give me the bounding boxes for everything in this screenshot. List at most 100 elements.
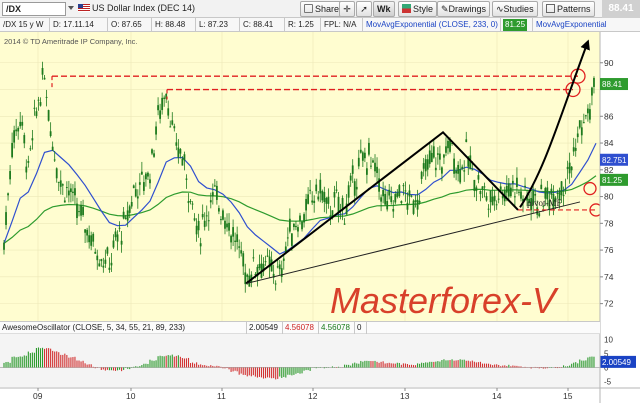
candle-body (475, 187, 478, 192)
crosshair-button[interactable]: ✛ (339, 1, 355, 17)
candle-body (392, 208, 395, 212)
studies-button[interactable]: ∿Studies (492, 1, 538, 17)
candle-body (177, 147, 180, 158)
candle-body (424, 159, 427, 172)
patterns-label: Patterns (557, 4, 591, 14)
candle-body (434, 167, 437, 171)
candle-body (321, 190, 324, 201)
candle-body (114, 231, 117, 238)
candle-body (380, 197, 382, 202)
candle-body (155, 126, 157, 135)
cursor-button[interactable]: ➚ (356, 1, 372, 17)
candle-body (120, 240, 123, 245)
price-tick-label: 84 (604, 138, 614, 148)
candle-body (276, 266, 279, 268)
candle-body (80, 204, 82, 216)
candle-body (106, 247, 109, 254)
candle-body (430, 152, 433, 163)
symbol-dropdown-chevron-icon[interactable] (68, 6, 74, 10)
ema-slow-label[interactable]: MovAvgExponential (CLOSE, 233, 0) (363, 18, 501, 32)
candle-body (582, 122, 585, 124)
drawings-label: Drawings (448, 4, 487, 14)
candle-body (72, 191, 74, 194)
candle-body (236, 234, 239, 243)
share-button[interactable]: Share (300, 1, 344, 17)
candle-body (9, 171, 11, 180)
candle-body (201, 214, 204, 218)
candle-body (307, 194, 310, 204)
candle-body (17, 127, 20, 132)
candle-body (465, 139, 468, 143)
timeframe-week-button[interactable]: Wk (373, 1, 395, 17)
bar-date: D: 17.11.14 (50, 18, 108, 32)
candle-body (461, 166, 464, 169)
candle-body (343, 223, 346, 225)
candle-body (400, 201, 403, 204)
price-tick-label: 72 (604, 299, 614, 309)
candle-body (305, 198, 307, 211)
candle-body (211, 192, 214, 197)
candle-body (534, 193, 537, 196)
candle-body (376, 166, 378, 173)
candle-body (13, 130, 16, 143)
candle-body (193, 218, 196, 221)
candle-body (145, 173, 147, 180)
candle-body (410, 195, 413, 197)
candle-body (317, 196, 320, 200)
candle-body (191, 203, 194, 205)
candle-body (481, 186, 484, 190)
oscillator-name[interactable]: AwesomeOscillator (CLOSE, 5, 34, 55, 21,… (0, 322, 247, 334)
time-axis[interactable]: 09 10 11 12 13 14 15 (0, 387, 640, 401)
candle-body (181, 158, 184, 166)
share-label: Share (315, 4, 340, 14)
price-badge-label: 81.25 (602, 176, 623, 185)
us-flag-icon (78, 4, 90, 12)
candle-body (25, 166, 28, 173)
candle-body (57, 181, 60, 183)
candle-body (386, 201, 389, 210)
drawings-button[interactable]: ✎Drawings (437, 1, 491, 17)
candle-body (240, 250, 243, 254)
style-button[interactable]: Style (398, 1, 438, 17)
oscillator-header: AwesomeOscillator (CLOSE, 5, 34, 55, 21,… (0, 321, 600, 334)
period-label: /DX 15 y W (0, 18, 50, 32)
price-badge-label: 82.751 (602, 156, 627, 165)
candle-body (402, 185, 405, 187)
candle-body (140, 171, 143, 175)
candle-body (516, 177, 518, 187)
candle-body (159, 110, 162, 119)
candle-body (169, 126, 172, 128)
candle-body (556, 192, 559, 194)
candle-body (353, 181, 356, 196)
candle-body (70, 188, 72, 193)
candle-body (325, 197, 328, 204)
symbol-input[interactable]: /DX (2, 2, 66, 16)
patterns-button[interactable]: Patterns (542, 1, 595, 17)
candle-body (363, 152, 366, 159)
oscillator-background (0, 334, 600, 387)
time-tick-label: 11 (217, 391, 226, 401)
price-chart[interactable]: 2014 © TD Ameritrade IP Company, Inc. 10… (0, 32, 640, 403)
ema-fast-label[interactable]: MovAvgExponential (532, 18, 640, 32)
candle-body (15, 129, 18, 132)
candle-body (323, 192, 326, 202)
candle-body (11, 142, 14, 158)
time-tick-label: 15 (563, 391, 573, 401)
candle-body (189, 201, 192, 203)
bar-range: R: 1.25 (285, 18, 321, 32)
candle-body (205, 215, 208, 217)
candle-body (274, 283, 277, 285)
candle-body (128, 206, 131, 213)
bar-low: L: 87.23 (196, 18, 240, 32)
candle-body (132, 185, 135, 189)
candle-body (366, 168, 368, 175)
candle-body (112, 240, 115, 248)
candle-body (207, 220, 210, 222)
candle-body (258, 264, 261, 269)
candle-body (414, 200, 417, 202)
last-price-display: 88.41 (602, 0, 640, 18)
candle-body (157, 105, 159, 111)
candle-body (286, 237, 289, 239)
candle-body (406, 202, 409, 210)
candle-body (108, 267, 111, 270)
